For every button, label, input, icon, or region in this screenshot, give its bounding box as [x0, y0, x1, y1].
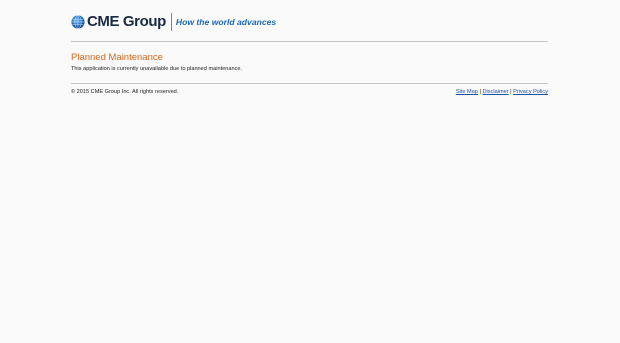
- footer-divider: [71, 83, 548, 84]
- footer-links: Site Map | Disclaimer | Privacy Policy: [456, 89, 548, 96]
- link-separator: |: [510, 89, 512, 95]
- copyright-text: © 2015 CME Group Inc. All rights reserve…: [71, 89, 179, 95]
- header: CME Group How the world advances: [71, 12, 276, 32]
- page-title: Planned Maintenance: [71, 52, 163, 63]
- logo[interactable]: CME Group: [71, 12, 166, 32]
- link-separator: |: [479, 89, 481, 95]
- tagline: How the world advances: [175, 17, 277, 27]
- site-map-link[interactable]: Site Map: [456, 89, 478, 95]
- maintenance-message: This application is currently unavailabl…: [71, 66, 243, 72]
- logo-divider: [170, 13, 172, 31]
- globe-icon: [71, 15, 85, 29]
- logo-text: CME Group: [87, 13, 166, 30]
- footer: © 2015 CME Group Inc. All rights reserve…: [71, 89, 548, 97]
- disclaimer-link[interactable]: Disclaimer: [482, 89, 508, 95]
- header-divider: [71, 41, 548, 42]
- page: CME Group How the world advances Planned…: [0, 0, 620, 343]
- privacy-policy-link[interactable]: Privacy Policy: [513, 89, 548, 95]
